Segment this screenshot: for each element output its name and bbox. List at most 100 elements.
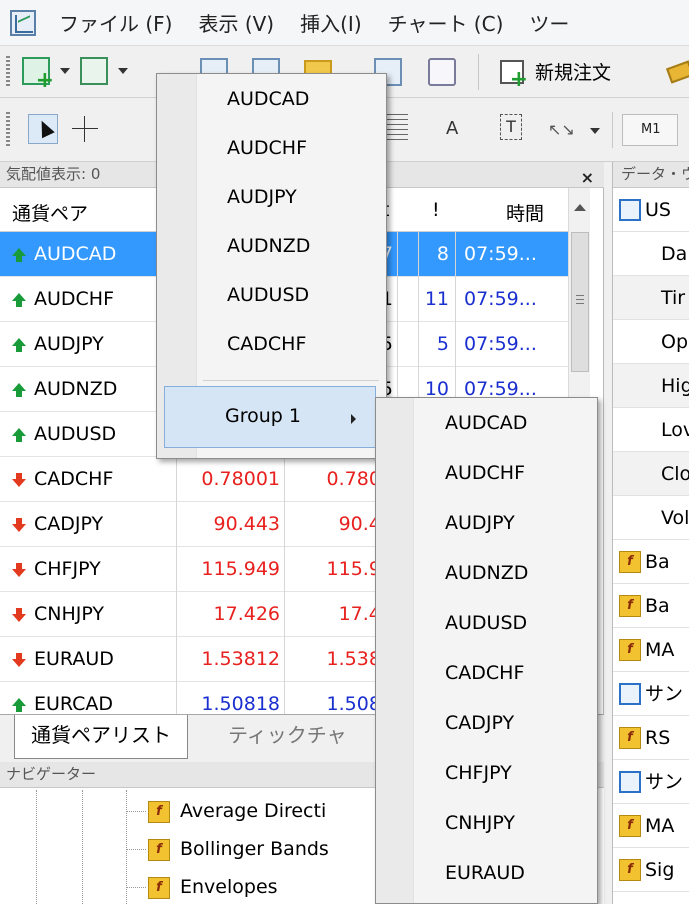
chart-icon [619,771,641,793]
arrow-up-icon [12,337,26,352]
tab-symbol-list[interactable]: 通貨ペアリスト [14,715,188,759]
tree-item-label: Average Directi [180,800,327,822]
arrow-up-icon [12,427,26,442]
chevron-down-icon[interactable] [60,68,70,74]
new-order-button[interactable]: 新規注文 [535,58,611,85]
app-chart-icon [10,9,36,36]
toolbar-separator [612,112,613,148]
symbol-cell: EURAUD [0,637,177,682]
arrow-down-icon [12,607,26,622]
data-window-label: サン [645,683,684,705]
symbol-name: EURCAD [34,693,114,715]
submenu-item-symbol[interactable]: AUDJPY [445,512,515,534]
indicator-icon: f [619,727,641,749]
submenu-item-symbol[interactable]: AUDCHF [445,462,525,484]
data-window-row: f MA [613,628,689,672]
arrows-icon[interactable]: ↖↘ [548,120,575,139]
new-order-icon[interactable] [500,60,528,92]
chart-icon [619,199,641,221]
tab-tick-chart[interactable]: ティックチャ [212,715,363,759]
toolbar-grip[interactable] [6,112,10,146]
bid-cell: 0.78001 [177,457,285,502]
chevron-down-icon[interactable] [118,68,128,74]
submenu-item-symbol[interactable]: CHFJPY [445,762,512,784]
symbol-cell: AUDJPY [0,322,177,367]
symbol-name: AUDCAD [34,243,117,265]
submenu-item-symbol[interactable]: AUDUSD [445,612,527,634]
menu-insert[interactable]: 挿入(I) [287,8,375,37]
scrollbar-thumb[interactable] [571,232,589,372]
menu-item-symbol[interactable]: AUDJPY [227,186,297,208]
data-window-row: Clo [613,452,689,496]
symbol-name: EURAUD [34,648,114,670]
menu-item-symbol[interactable]: CADCHF [227,333,306,355]
symbol-name: AUDNZD [34,378,118,400]
profiles-icon[interactable] [80,57,108,85]
data-window-row: US [613,188,689,232]
data-window-label: Ba [645,595,670,617]
symbol-cell: AUDUSD [0,412,177,457]
indicator-icon: f [619,859,641,881]
submenu-item-symbol[interactable]: AUDNZD [445,562,528,584]
toolbar-grip[interactable] [6,56,10,88]
data-window-row: f Sig [613,848,689,892]
menu-item-symbol[interactable]: AUDCAD [227,88,309,110]
data-window-row: Da [613,232,689,276]
cursor-icon[interactable] [28,114,58,144]
indicator-icon: f [148,838,170,861]
submenu-item-symbol[interactable]: AUDCAD [445,412,527,434]
fibonacci-icon[interactable] [386,114,408,142]
submenu-item-symbol[interactable]: CADJPY [445,712,514,734]
chart-icon [619,683,641,705]
symbol-cell: CADCHF [0,457,177,502]
strategy-tester-icon[interactable] [428,58,456,86]
spread-cell: 5 [418,322,456,367]
chevron-down-icon[interactable] [590,128,600,134]
menu-bar: ファイル (F) 表示 (V) 挿入(I) チャート (C) ツー [0,0,689,46]
menu-item-symbol[interactable]: AUDUSD [227,284,309,306]
data-window-row: Hig [613,364,689,408]
autotrading-icon[interactable] [665,60,689,84]
timeframe-m1-button[interactable]: M1 [622,114,678,146]
symbol-name: CADJPY [34,513,104,535]
menu-item-symbol[interactable]: AUDCHF [227,137,307,159]
data-window-row: Op [613,320,689,364]
menu-separator [203,380,379,381]
submenu-item-symbol[interactable]: EURAUD [445,862,525,884]
menu-view[interactable]: 表示 (V) [185,8,287,37]
tree-item-indicator[interactable]: f Average Directi [126,794,326,828]
submenu-item-symbol[interactable]: CADCHF [445,662,524,684]
data-window-label: MA [645,815,675,837]
data-window-row: f Ba [613,584,689,628]
tree-line [82,790,83,904]
crosshair-icon[interactable] [72,116,98,142]
text-label-tool-button[interactable]: T [500,114,522,140]
menu-item-symbol[interactable]: AUDNZD [227,235,310,257]
symbol-name: CHFJPY [34,558,101,580]
arrow-up-icon [12,292,26,307]
tree-item-indicator[interactable]: f Envelopes [126,870,278,904]
menu-file[interactable]: ファイル (F) [46,8,185,37]
new-chart-icon[interactable] [22,57,54,93]
menu-chart[interactable]: チャート (C) [375,8,517,37]
scroll-up-icon[interactable] [574,204,586,211]
group-submenu: AUDCAD AUDCHF AUDJPY AUDNZD AUDUSD CADCHF CADJ… [375,397,598,904]
spread-cell: 11 [418,277,456,322]
column-header-symbol[interactable]: 通貨ペア [12,199,88,226]
menu-item-group-1[interactable]: Group 1 [164,386,376,448]
data-window-row: f RS [613,716,689,760]
grip-icon [576,295,584,307]
text-tool-button[interactable]: A [446,118,458,139]
arrow-up-icon [12,697,26,712]
column-header-time[interactable]: 時間 [506,199,544,226]
indicator-icon: f [619,595,641,617]
close-icon[interactable]: × [581,166,594,190]
menu-tools[interactable]: ツー [516,8,582,37]
data-window-row: Vol [613,496,689,540]
column-header-spread[interactable]: ! [432,199,440,221]
arrow-up-icon [12,382,26,397]
tree-item-indicator[interactable]: f Bollinger Bands [126,832,329,866]
data-window-label: RS [645,727,671,749]
symbol-cell: AUDCAD [0,232,177,277]
submenu-item-symbol[interactable]: CNHJPY [445,812,515,834]
